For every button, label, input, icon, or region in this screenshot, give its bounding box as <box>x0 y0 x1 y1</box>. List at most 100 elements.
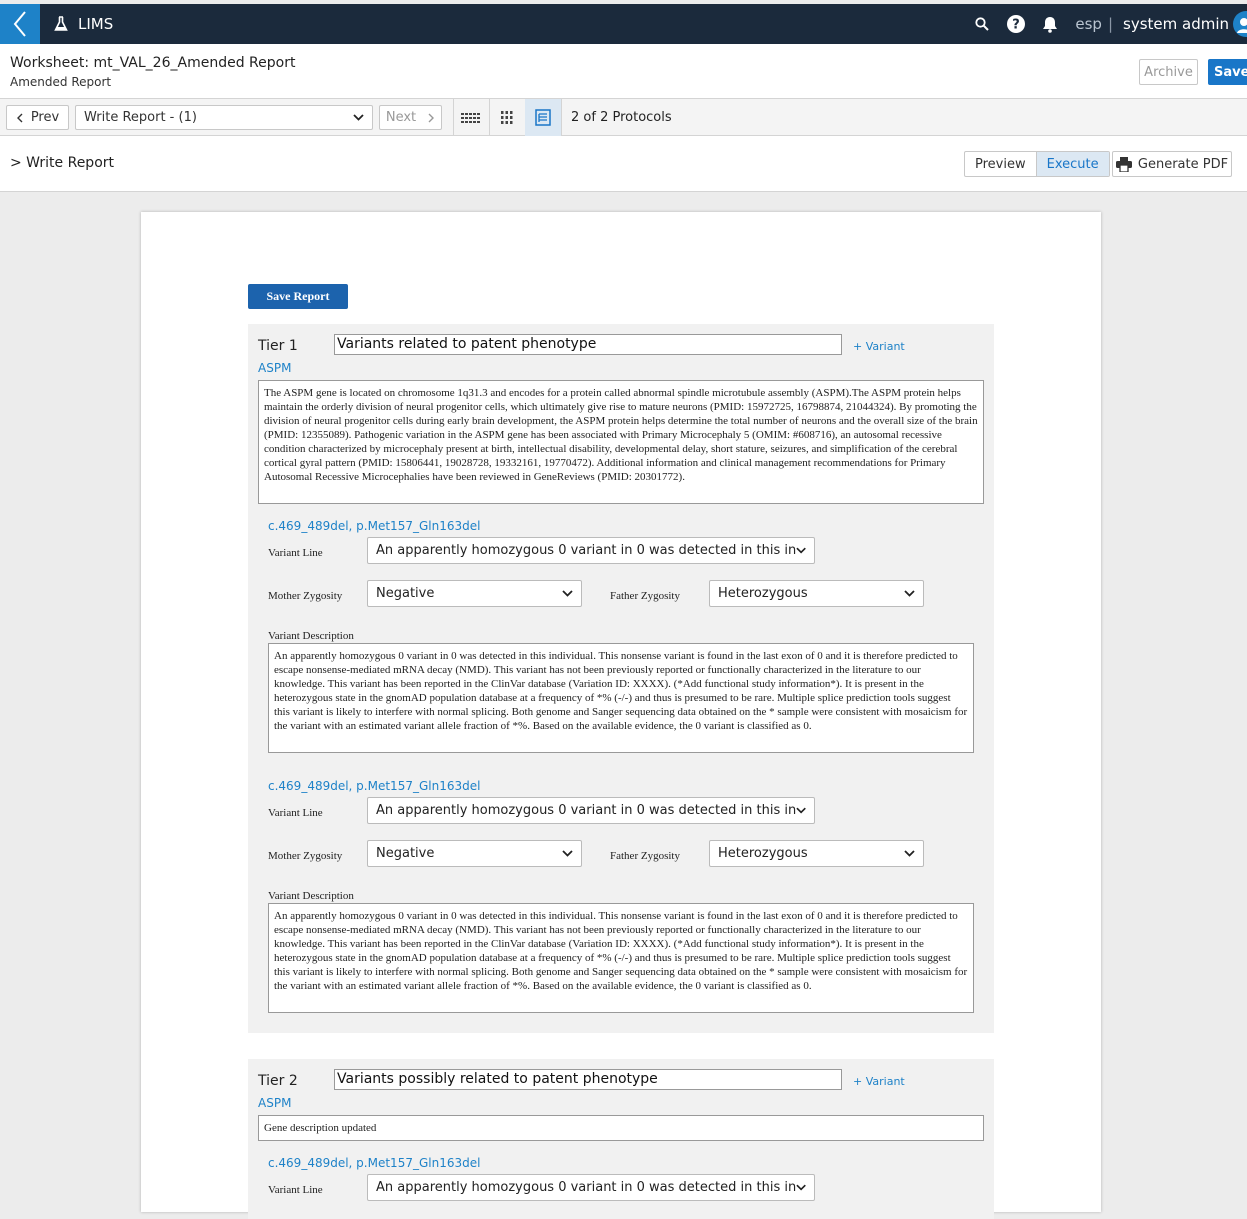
chevron-down-icon <box>796 547 806 554</box>
father-zygosity-select[interactable]: Heterozygous <box>709 580 924 607</box>
protocol-selected: Write Report - (1) <box>84 110 197 125</box>
gene-name[interactable]: ASPM <box>258 361 291 375</box>
variant-line-label: Variant Line <box>268 547 323 559</box>
tier-label: Tier 1 <box>258 338 298 354</box>
variant-description-textarea[interactable]: An apparently homozygous 0 variant in 0 … <box>268 643 974 753</box>
execute-button[interactable]: Execute <box>1036 152 1109 176</box>
father-zygosity-select[interactable]: Heterozygous <box>709 840 924 867</box>
document-view-button[interactable] <box>525 99 561 136</box>
variant-line-select[interactable]: An apparently homozygous 0 variant in 0 … <box>367 1174 815 1201</box>
father-zygosity-value: Heterozygous <box>718 586 808 601</box>
horizontal-grid-view-button[interactable] <box>453 99 489 136</box>
variant-block: c.469_489del, p.Met157_Gln163del Variant… <box>268 1156 974 1216</box>
add-variant-link[interactable]: + Variant <box>853 1075 905 1088</box>
user-icon <box>1237 18 1247 33</box>
father-zygosity-value: Heterozygous <box>718 846 808 861</box>
tier-1-section: Tier 1 Variants related to patent phenot… <box>248 324 994 1033</box>
protocol-select[interactable]: Write Report - (1) <box>75 105 373 130</box>
bell-icon <box>1043 16 1058 33</box>
search-icon <box>975 17 990 31</box>
page-subtitle: Amended Report <box>10 75 112 89</box>
chevron-down-icon <box>353 114 364 121</box>
variant-line-value: An apparently homozygous 0 variant in 0 … <box>376 803 796 818</box>
chevron-right-icon <box>428 113 435 122</box>
chevron-left-icon <box>16 113 23 122</box>
next-label: Next <box>385 110 417 125</box>
report-canvas: Save Report Tier 1 Variants related to p… <box>141 212 1101 1219</box>
next-button[interactable]: Next <box>379 105 442 130</box>
mother-zygosity-select[interactable]: Negative <box>367 840 582 867</box>
divider: | <box>1107 15 1113 33</box>
tier-title-input[interactable]: Variants related to patent phenotype <box>334 334 842 355</box>
protocol-toolbar: Prev Write Report - (1) Next 2 of 2 Prot… <box>0 99 1247 136</box>
chevron-down-icon <box>904 590 915 597</box>
variant-description-textarea[interactable]: An apparently homozygous 0 variant in 0 … <box>268 903 974 1013</box>
app-name: LIMS <box>78 15 114 33</box>
chevron-left-icon <box>13 11 26 37</box>
variant-line-value: An apparently homozygous 0 variant in 0 … <box>376 1180 796 1195</box>
divider <box>561 99 562 136</box>
grid-tall-icon <box>501 110 513 124</box>
vertical-grid-view-button[interactable] <box>489 99 525 136</box>
grid-wide-icon <box>461 112 480 123</box>
prev-button[interactable]: Prev <box>6 105 69 130</box>
mother-zygosity-value: Negative <box>376 586 435 601</box>
gene-description-textarea[interactable]: Gene description updated <box>258 1115 984 1141</box>
worksheet-header: Worksheet: mt_VAL_26_Amended Report Amen… <box>0 44 1247 99</box>
generate-pdf-button[interactable]: Generate PDF <box>1112 151 1232 177</box>
mother-zygosity-value: Negative <box>376 846 435 861</box>
prev-label: Prev <box>30 110 60 125</box>
svg-text:?: ? <box>1013 18 1021 33</box>
preview-button[interactable]: Preview <box>965 152 1037 176</box>
user-menu[interactable]: system admin <box>1123 15 1229 33</box>
help-icon: ? <box>1007 15 1026 33</box>
add-variant-link[interactable]: + Variant <box>853 340 905 353</box>
chevron-down-icon <box>904 850 915 857</box>
tier-2-section: Tier 2 Variants possibly related to pate… <box>248 1059 994 1219</box>
variant-name[interactable]: c.469_489del, p.Met157_Gln163del <box>268 779 480 793</box>
variant-line-select[interactable]: An apparently homozygous 0 variant in 0 … <box>367 797 815 824</box>
father-zygosity-label: Father Zygosity <box>610 850 680 862</box>
variant-name[interactable]: c.469_489del, p.Met157_Gln163del <box>268 1156 480 1170</box>
tier-title-input[interactable]: Variants possibly related to patent phen… <box>334 1069 842 1090</box>
save-button[interactable]: Save <box>1208 59 1247 85</box>
chevron-down-icon <box>562 850 573 857</box>
save-report-button[interactable]: Save Report <box>248 284 348 309</box>
avatar[interactable] <box>1233 11 1247 37</box>
breadcrumb: > Write Report <box>10 155 115 171</box>
variant-line-label: Variant Line <box>268 807 323 819</box>
generate-pdf-label: Generate PDF <box>1137 156 1229 172</box>
variant-block: c.469_489del, p.Met157_Gln163del Variant… <box>268 519 974 754</box>
page-title: Worksheet: mt_VAL_26_Amended Report <box>10 55 296 71</box>
gene-name[interactable]: ASPM <box>258 1096 291 1110</box>
variant-line-select[interactable]: An apparently homozygous 0 variant in 0 … <box>367 537 815 564</box>
app-logo[interactable]: LIMS <box>54 4 113 44</box>
mother-zygosity-select[interactable]: Negative <box>367 580 582 607</box>
variant-description-label: Variant Description <box>268 890 354 902</box>
variant-description-label: Variant Description <box>268 630 354 642</box>
father-zygosity-label: Father Zygosity <box>610 590 680 602</box>
variant-block: c.469_489del, p.Met157_Gln163del Variant… <box>268 779 974 1014</box>
printer-icon <box>1115 156 1132 172</box>
variant-line-value: An apparently homozygous 0 variant in 0 … <box>376 543 796 558</box>
mother-zygosity-label: Mother Zygosity <box>268 590 343 602</box>
mother-zygosity-label: Mother Zygosity <box>268 850 343 862</box>
archive-button[interactable]: Archive <box>1139 59 1198 85</box>
tier-label: Tier 2 <box>258 1073 298 1089</box>
gene-description-textarea[interactable]: The ASPM gene is located on chromosome 1… <box>258 380 984 504</box>
help-button[interactable]: ? <box>999 15 1033 33</box>
tenant-label: esp <box>1075 15 1102 33</box>
section-bar: > Write Report Preview Execute Generate … <box>0 136 1247 192</box>
chevron-down-icon <box>562 590 573 597</box>
flask-icon <box>54 16 68 31</box>
variant-line-label: Variant Line <box>268 1184 323 1196</box>
top-navigation-bar: LIMS ? esp | system admin <box>0 4 1247 44</box>
search-button[interactable] <box>965 17 999 31</box>
protocol-count: 2 of 2 Protocols <box>571 110 672 125</box>
notifications-button[interactable] <box>1033 16 1067 33</box>
variant-name[interactable]: c.469_489del, p.Met157_Gln163del <box>268 519 480 533</box>
mode-toggle: Preview Execute <box>964 151 1110 177</box>
chevron-down-icon <box>796 1184 806 1191</box>
back-button[interactable] <box>0 4 40 44</box>
chevron-down-icon <box>796 807 806 814</box>
